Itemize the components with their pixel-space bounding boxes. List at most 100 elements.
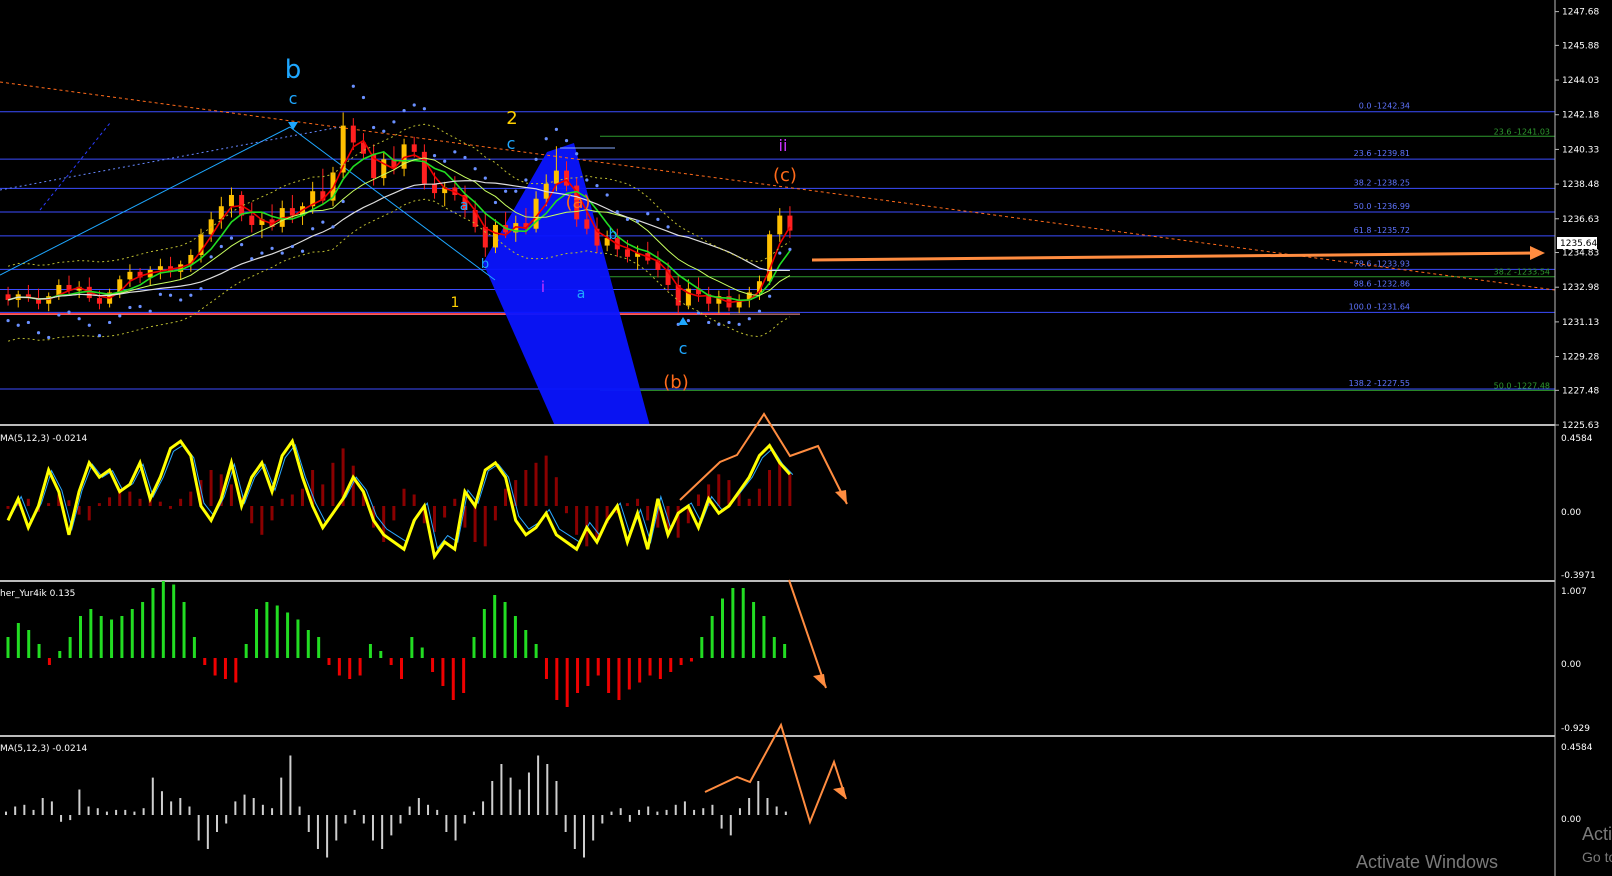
- ind3-axis-top: 0.4584: [1561, 743, 1593, 753]
- sar-dot: [514, 189, 518, 193]
- sar-dot: [26, 320, 30, 325]
- fib-label: 0.0 -1242.34: [1359, 102, 1410, 111]
- sar-dot: [138, 304, 142, 309]
- current-price-label: 1235.64: [1560, 239, 1597, 249]
- wave-label: b: [609, 227, 618, 243]
- trading-chart: 0.0 -1242.34 23.6 -1239.81 38.2 -1238.25 50…: [0, 0, 1612, 876]
- sar-dot: [300, 249, 305, 253]
- sar-dot: [47, 335, 51, 340]
- sar-dot: [747, 317, 751, 321]
- sar-dot: [189, 293, 193, 297]
- sar-dot: [311, 227, 315, 231]
- sar-dot: [483, 176, 487, 180]
- sar-dot: [646, 212, 650, 216]
- sar-dot: [636, 219, 640, 223]
- fibonacci-levels: 0.0 -1242.34 23.6 -1239.81 38.2 -1238.25 50…: [0, 102, 1555, 391]
- sar-dot: [666, 225, 670, 229]
- ma-slow-white: [7, 180, 790, 301]
- arrow-down-icon: [288, 122, 298, 130]
- sar-dot: [717, 322, 721, 326]
- sar-dot: [757, 309, 762, 313]
- sar-dot: [148, 309, 152, 313]
- candle-body: [157, 266, 163, 270]
- sar-dot: [575, 152, 579, 156]
- arrow-up-icon: [678, 317, 688, 325]
- sar-dot: [585, 178, 589, 182]
- fib-label: 88.6 -1232.86: [1354, 279, 1410, 288]
- sar-dot: [87, 323, 91, 327]
- sar-dot: [727, 320, 731, 325]
- wave-label: 2: [506, 108, 517, 129]
- sar-dot: [788, 247, 792, 251]
- sar-dot: [534, 157, 538, 161]
- wave-label: c: [679, 339, 688, 358]
- sar-dot: [351, 84, 355, 88]
- fib-label-green: 38.2 -1233.54: [1494, 268, 1550, 277]
- sar-dot: [656, 217, 660, 221]
- ind2-axis-top: 1.007: [1561, 587, 1587, 597]
- ind2-axis-zero: 0.00: [1561, 660, 1581, 670]
- candle-body: [584, 219, 590, 229]
- ma-fast-red: [7, 139, 791, 304]
- sar-dot: [260, 251, 264, 255]
- wave-label: (b): [663, 372, 688, 393]
- wave-label: ii: [779, 136, 788, 155]
- sar-dot: [564, 139, 569, 143]
- candle-body: [350, 125, 356, 143]
- price-tick-label: 1244.03: [1562, 76, 1599, 86]
- sar-dot: [778, 251, 782, 255]
- sar-dot: [118, 314, 122, 318]
- price-tick-label: 1236.63: [1562, 215, 1599, 225]
- sar-dot: [443, 159, 447, 163]
- price-axis: 1247.68 1245.88 1244.03 1242.18 1240.33 1238.…: [1555, 8, 1599, 431]
- sar-dot: [321, 220, 325, 224]
- sar-dot: [270, 246, 274, 251]
- orange-arrow-path: [788, 579, 827, 689]
- channel-dotted: [0, 126, 341, 191]
- sar-dot: [605, 193, 609, 197]
- ind1-axis-top: 0.4584: [1561, 434, 1593, 444]
- projection-arrow-line: [811, 251, 1536, 262]
- sar-dot: [737, 322, 741, 326]
- fib-label: 50.0 -1236.99: [1354, 202, 1410, 211]
- wave-label: a: [460, 198, 469, 214]
- fib-label: 138.2 -1227.55: [1349, 379, 1410, 388]
- downtrend-line: [0, 81, 1556, 291]
- fib-label: 100.0 -1231.64: [1349, 302, 1410, 311]
- channel-line: [0, 126, 291, 276]
- wave-label: (a): [565, 192, 590, 213]
- sar-dot: [280, 251, 284, 255]
- sar-dot: [696, 311, 701, 315]
- sar-dot: [209, 255, 213, 259]
- sar-dot: [493, 200, 498, 205]
- fib-label: 23.6 -1239.81: [1354, 149, 1410, 158]
- sar-dot: [402, 109, 406, 113]
- sar-dot: [625, 217, 630, 221]
- sar-dot: [432, 154, 437, 158]
- sar-dot: [240, 243, 244, 247]
- candles: [5, 84, 793, 342]
- candle-body: [127, 271, 133, 280]
- candle-body: [96, 298, 102, 304]
- activate-windows-watermark: Activate Windows: [1356, 852, 1498, 872]
- indicator-2-panel: [6, 581, 787, 707]
- candle-body: [228, 194, 234, 207]
- orange-arrow-path: [704, 722, 847, 826]
- sar-dot: [361, 95, 366, 100]
- candle-body: [432, 183, 438, 194]
- sar-dot: [707, 320, 711, 325]
- sar-dot: [341, 199, 345, 204]
- candle-body: [289, 208, 295, 216]
- sar-dot: [199, 287, 203, 291]
- sar-dot: [595, 183, 599, 188]
- ind1-axis-zero: 0.00: [1561, 508, 1581, 518]
- sar-dot: [57, 313, 61, 317]
- sar-dot: [554, 127, 558, 131]
- price-tick-label: 1234.83: [1562, 249, 1599, 259]
- price-tick-label: 1247.68: [1562, 8, 1599, 18]
- candle-body: [624, 249, 630, 257]
- sar-dot: [67, 310, 71, 314]
- arrow-head-icon: [835, 490, 847, 504]
- projection-arrow-head: [1530, 246, 1545, 260]
- sar-dot: [36, 331, 41, 335]
